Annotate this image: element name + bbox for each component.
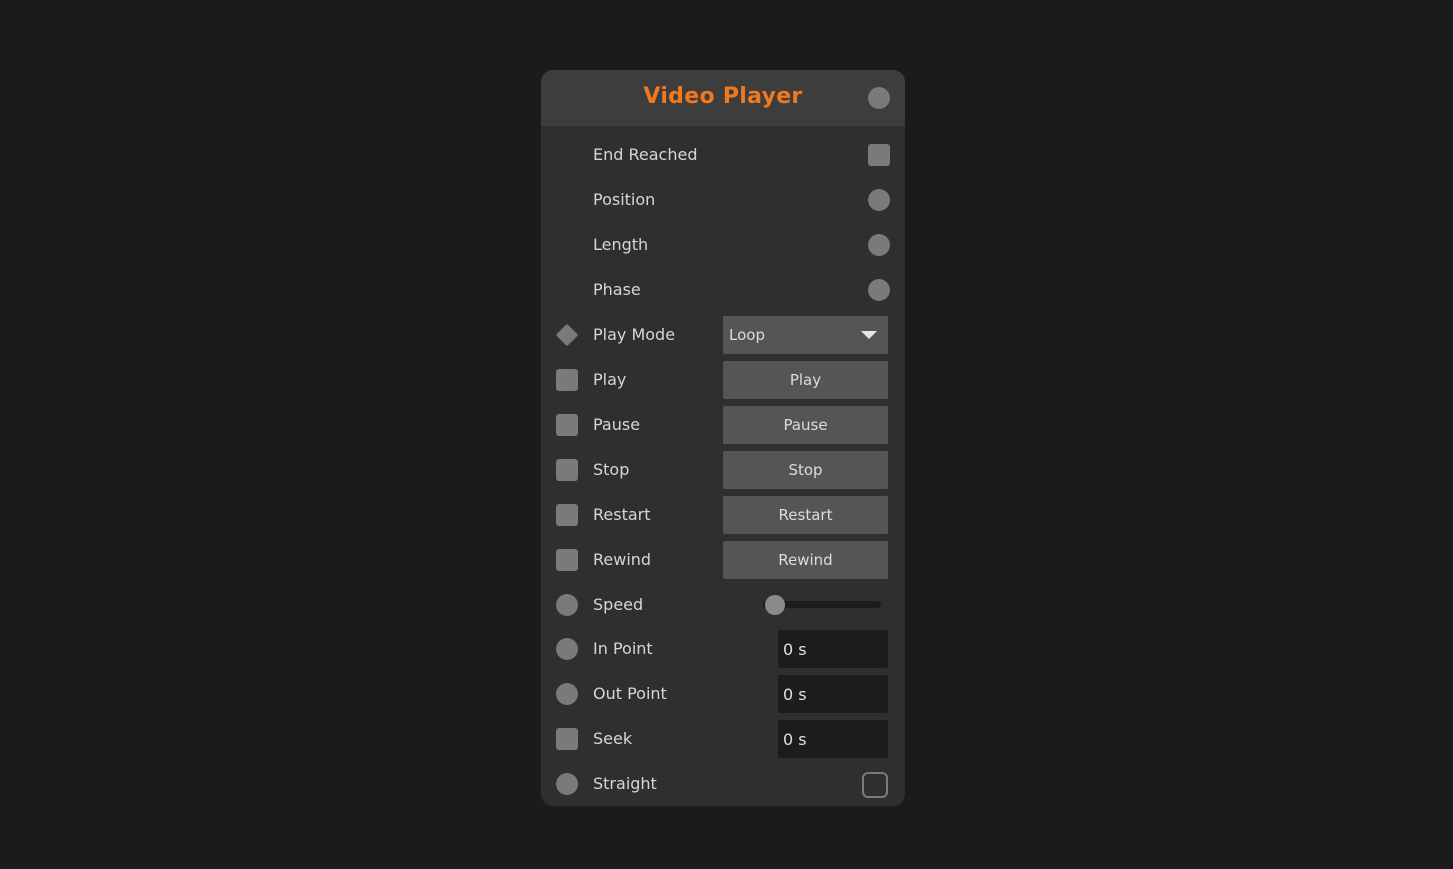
input-label-restart: Restart — [593, 505, 651, 524]
position-output-port-icon[interactable] — [868, 189, 890, 211]
play-mode-select[interactable]: Loop — [723, 316, 888, 354]
restart-button[interactable]: Restart — [723, 496, 888, 534]
input-row-restart: Restart Restart — [541, 495, 905, 535]
input-row-rewind: Rewind Rewind — [541, 540, 905, 580]
speed-input-port-icon[interactable] — [556, 594, 578, 616]
input-row-play-mode: Play Mode Loop — [541, 315, 905, 355]
chevron-down-icon — [861, 331, 877, 339]
out-point-value: 0 s — [783, 685, 807, 704]
output-row-length: Length — [541, 225, 905, 265]
node-output-port-icon[interactable] — [868, 87, 890, 109]
out-point-field[interactable]: 0 s — [778, 675, 888, 713]
input-row-stop: Stop Stop — [541, 450, 905, 490]
seek-input-port-icon[interactable] — [556, 728, 578, 750]
output-label-position: Position — [593, 190, 656, 209]
in-point-field[interactable]: 0 s — [778, 630, 888, 668]
straight-input-port-icon[interactable] — [556, 773, 578, 795]
input-row-in-point: In Point 0 s — [541, 629, 905, 669]
input-label-out-point: Out Point — [593, 684, 667, 703]
play-button[interactable]: Play — [723, 361, 888, 399]
length-output-port-icon[interactable] — [868, 234, 890, 256]
out-point-input-port-icon[interactable] — [556, 683, 578, 705]
node-title: Video Player — [643, 84, 803, 109]
input-row-speed: Speed — [541, 585, 905, 625]
rewind-button[interactable]: Rewind — [723, 541, 888, 579]
output-label-end-reached: End Reached — [593, 145, 698, 164]
pause-input-port-icon[interactable] — [556, 414, 578, 436]
output-row-phase: Phase — [541, 270, 905, 310]
straight-checkbox[interactable] — [862, 772, 888, 798]
node-header[interactable]: Video Player — [541, 70, 905, 126]
input-label-speed: Speed — [593, 595, 644, 614]
in-point-value: 0 s — [783, 640, 807, 659]
input-row-pause: Pause Pause — [541, 405, 905, 445]
input-row-out-point: Out Point 0 s — [541, 674, 905, 714]
stop-input-port-icon[interactable] — [556, 459, 578, 481]
play-mode-selected-value: Loop — [729, 326, 765, 344]
play-mode-input-port-icon[interactable] — [555, 323, 579, 347]
input-label-seek: Seek — [593, 729, 633, 748]
pause-button[interactable]: Pause — [723, 406, 888, 444]
seek-field[interactable]: 0 s — [778, 720, 888, 758]
input-row-seek: Seek 0 s — [541, 719, 905, 759]
play-input-port-icon[interactable] — [556, 369, 578, 391]
input-row-play: Play Play — [541, 360, 905, 400]
video-player-node: Video Player End Reached Position Length… — [541, 70, 905, 806]
output-label-phase: Phase — [593, 280, 641, 299]
end-reached-output-port-icon[interactable] — [868, 144, 890, 166]
stop-button[interactable]: Stop — [723, 451, 888, 489]
output-label-length: Length — [593, 235, 649, 254]
output-row-position: Position — [541, 180, 905, 220]
rewind-input-port-icon[interactable] — [556, 549, 578, 571]
input-label-straight: Straight — [593, 774, 657, 793]
phase-output-port-icon[interactable] — [868, 279, 890, 301]
input-row-straight: Straight — [541, 764, 905, 804]
in-point-input-port-icon[interactable] — [556, 638, 578, 660]
seek-value: 0 s — [783, 730, 807, 749]
input-label-pause: Pause — [593, 415, 641, 434]
speed-slider-thumb[interactable] — [764, 595, 785, 615]
input-label-stop: Stop — [593, 460, 630, 479]
restart-input-port-icon[interactable] — [556, 504, 578, 526]
input-label-rewind: Rewind — [593, 550, 652, 569]
input-label-in-point: In Point — [593, 639, 653, 658]
output-row-end-reached: End Reached — [541, 135, 905, 175]
input-label-play-mode: Play Mode — [593, 325, 676, 344]
input-label-play: Play — [593, 370, 627, 389]
